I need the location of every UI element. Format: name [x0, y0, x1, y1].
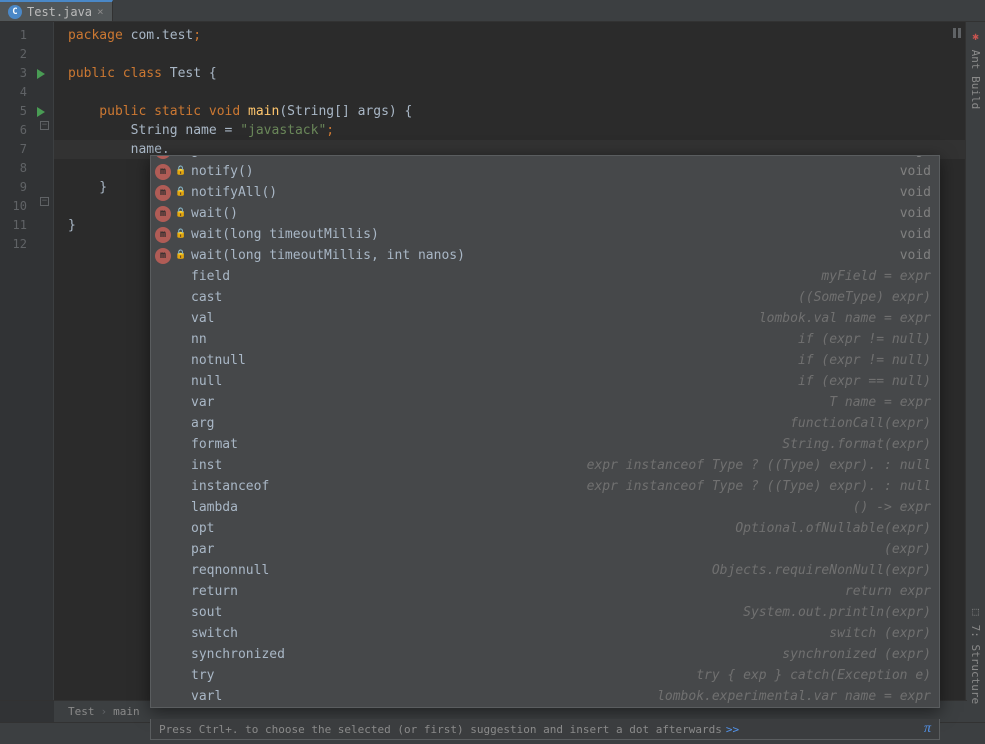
run-icon[interactable] — [37, 107, 45, 117]
completion-item[interactable]: m🔒wait(long timeoutMillis)void — [151, 224, 939, 245]
close-icon[interactable]: × — [97, 5, 104, 18]
run-icon[interactable] — [37, 69, 45, 79]
completion-item[interactable]: fieldmyField = expr — [151, 266, 939, 287]
lock-icon: 🔒 — [175, 161, 185, 182]
lock-icon: 🔒 — [175, 182, 185, 203]
method-icon: m — [155, 206, 171, 222]
lock-icon: 🔒 — [175, 203, 185, 224]
completion-hint: Press Ctrl+. to choose the selected (or … — [150, 719, 940, 740]
method-icon: m — [155, 156, 171, 159]
completion-item[interactable]: m🔒wait()void — [151, 203, 939, 224]
pi-icon[interactable]: π — [924, 721, 931, 737]
completion-item[interactable]: par(expr) — [151, 539, 939, 560]
method-icon: m — [155, 227, 171, 243]
completion-item[interactable]: optOptional.ofNullable(expr) — [151, 518, 939, 539]
method-icon: m — [155, 248, 171, 264]
completion-item[interactable]: trytry { exp } catch(Exception e) — [151, 665, 939, 686]
completion-item[interactable]: vallombok.val name = expr — [151, 308, 939, 329]
completion-item[interactable]: cast((SomeType) expr) — [151, 287, 939, 308]
fold-icon[interactable]: − — [40, 197, 49, 206]
completion-item[interactable]: formatString.format(expr) — [151, 434, 939, 455]
completion-item[interactable]: nullif (expr == null) — [151, 371, 939, 392]
completion-item[interactable]: switchswitch (expr) — [151, 623, 939, 644]
completion-item[interactable]: m🔒notifyAll()void — [151, 182, 939, 203]
completion-item[interactable]: reqnonnullObjects.requireNonNull(expr) — [151, 560, 939, 581]
completion-popup[interactable]: m🔒getClass()Class<? extends String>m🔒not… — [150, 155, 940, 708]
structure-tool[interactable]: ⬚ 7: Structure — [966, 597, 985, 712]
completion-item[interactable]: synchronizedsynchronized (expr) — [151, 644, 939, 665]
lock-icon: 🔒 — [175, 245, 185, 266]
completion-item[interactable]: nnif (expr != null) — [151, 329, 939, 350]
breadcrumb-item[interactable]: main — [107, 705, 146, 718]
tab-filename: Test.java — [27, 5, 92, 19]
hint-text: Press Ctrl+. to choose the selected (or … — [159, 723, 722, 736]
fold-icon[interactable]: − — [40, 121, 49, 130]
java-file-icon: C — [8, 5, 22, 19]
right-toolbar: ✱ Ant Build ⬚ 7: Structure — [965, 22, 985, 722]
completion-item[interactable]: m🔒notify()void — [151, 161, 939, 182]
tab-bar: C Test.java × — [0, 0, 985, 22]
completion-item[interactable]: returnreturn expr — [151, 581, 939, 602]
completion-item[interactable]: m🔒wait(long timeoutMillis, int nanos)voi… — [151, 245, 939, 266]
completion-item[interactable]: lambda() -> expr — [151, 497, 939, 518]
completion-item[interactable]: varllombok.experimental.var name = expr — [151, 686, 939, 707]
method-icon: m — [155, 164, 171, 180]
breadcrumb-item[interactable]: Test — [62, 705, 101, 718]
completion-item[interactable]: argfunctionCall(expr) — [151, 413, 939, 434]
hint-link[interactable]: >> — [726, 723, 739, 736]
method-icon: m — [155, 185, 171, 201]
file-tab[interactable]: C Test.java × — [0, 0, 113, 21]
completion-item[interactable]: varT name = expr — [151, 392, 939, 413]
completion-item[interactable]: notnullif (expr != null) — [151, 350, 939, 371]
completion-item[interactable]: instanceofexpr instanceof Type ? ((Type)… — [151, 476, 939, 497]
gutter: 1 2 3 4 5 6 7 8 9 10 11 12 − − — [0, 22, 54, 700]
lock-icon: 🔒 — [175, 224, 185, 245]
ant-build-tool[interactable]: ✱ Ant Build — [966, 22, 985, 117]
completion-item[interactable]: instexpr instanceof Type ? ((Type) expr)… — [151, 455, 939, 476]
completion-item[interactable]: soutSystem.out.println(expr) — [151, 602, 939, 623]
